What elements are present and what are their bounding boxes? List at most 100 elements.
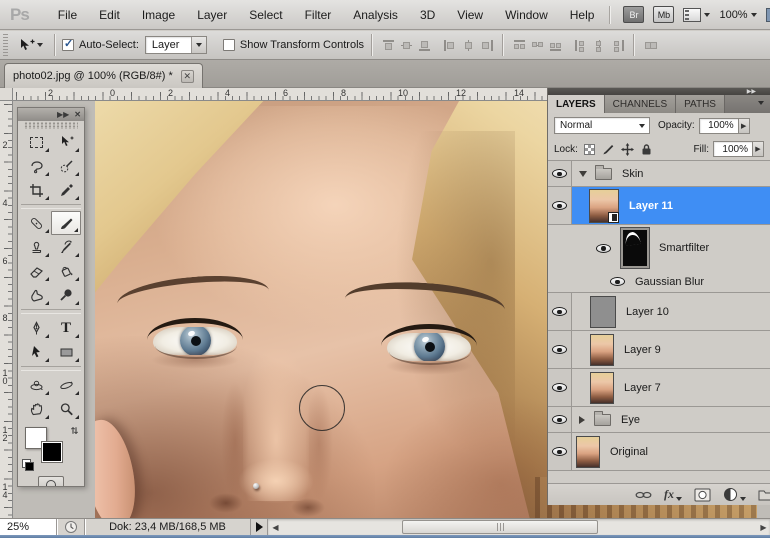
align-top-edges-icon[interactable] <box>381 39 396 52</box>
lock-transparency-icon[interactable] <box>582 142 597 156</box>
menu-help[interactable]: Help <box>559 8 606 22</box>
menu-view[interactable]: View <box>446 8 494 22</box>
opacity-slider-icon[interactable]: ▶ <box>739 118 750 134</box>
scroll-left-icon[interactable]: ◀ <box>269 520 282 534</box>
scrollbar-thumb[interactable] <box>402 520 598 534</box>
tool-crop[interactable] <box>21 178 51 202</box>
add-layer-mask-icon[interactable] <box>694 488 711 502</box>
lock-position-icon[interactable] <box>620 142 635 156</box>
fill-slider-icon[interactable]: ▶ <box>753 141 764 157</box>
visibility-cell[interactable] <box>548 161 572 186</box>
close-icon[interactable]: ✕ <box>181 70 194 83</box>
link-layers-icon[interactable] <box>635 489 652 501</box>
tool-clone-stamp[interactable] <box>21 235 51 259</box>
fill-input[interactable]: 100% <box>713 141 753 157</box>
horizontal-scrollbar[interactable]: ◀ ▶ <box>268 519 770 535</box>
layer-name[interactable]: Eye <box>621 414 640 426</box>
layer-row-gaussian-blur[interactable]: Gaussian Blur <box>548 271 770 293</box>
layer-row-original[interactable]: Original <box>548 433 770 471</box>
tool-eraser[interactable] <box>21 259 51 283</box>
tool-pen[interactable] <box>21 316 51 340</box>
launch-mobile-button[interactable]: Mb <box>653 6 674 23</box>
lock-pixels-icon[interactable] <box>601 142 616 156</box>
layer-thumbnail[interactable] <box>590 334 614 366</box>
tool-paint-bucket[interactable] <box>51 259 81 283</box>
tool-rectangle[interactable] <box>51 340 81 364</box>
align-right-edges-icon[interactable] <box>479 39 494 52</box>
layer-name[interactable]: Gaussian Blur <box>635 276 704 288</box>
tool-zoom[interactable] <box>51 397 81 421</box>
visibility-cell[interactable] <box>548 187 572 224</box>
layer-name[interactable]: Smartfilter <box>659 242 709 254</box>
status-menu-button[interactable] <box>251 519 268 535</box>
tool-spot-healing[interactable] <box>21 211 51 235</box>
tool-quick-selection[interactable] <box>51 154 81 178</box>
tool-type[interactable]: T <box>51 316 81 340</box>
zoom-level-button[interactable]: 100% <box>719 9 756 21</box>
swap-colors-icon[interactable]: ⇄ <box>69 427 80 435</box>
tab-layers[interactable]: LAYERS <box>548 95 605 113</box>
visibility-cell[interactable] <box>548 293 572 330</box>
menu-image[interactable]: Image <box>131 8 186 22</box>
layer-row-layer-10[interactable]: Layer 10 <box>548 293 770 331</box>
document-size-info[interactable]: Dok: 23,4 MB/168,5 MB <box>85 519 251 535</box>
tool-palette-grip[interactable] <box>24 122 78 129</box>
adjustment-layer-icon[interactable] <box>723 487 738 502</box>
eye-icon[interactable] <box>610 277 625 286</box>
distribute-right-edges-icon[interactable] <box>610 39 625 52</box>
layer-name[interactable]: Layer 9 <box>624 344 661 356</box>
menu-filter[interactable]: Filter <box>294 8 343 22</box>
distribute-top-edges-icon[interactable] <box>512 39 527 52</box>
move-tool-preset[interactable] <box>13 38 47 53</box>
layer-name[interactable]: Layer 7 <box>624 382 661 394</box>
auto-select-scope-dropdown[interactable]: Layer <box>145 36 207 54</box>
launch-bridge-button[interactable]: Br <box>623 6 644 23</box>
tab-paths[interactable]: PATHS <box>676 95 725 113</box>
tool-3d-rotate[interactable] <box>21 373 51 397</box>
view-extras-button[interactable] <box>683 8 710 22</box>
status-clock-button[interactable] <box>57 519 85 535</box>
tool-hand[interactable] <box>21 397 51 421</box>
layer-name[interactable]: Original <box>610 446 648 458</box>
align-horizontal-centers-icon[interactable] <box>461 39 476 52</box>
menu-file[interactable]: File <box>47 8 88 22</box>
filter-mask-thumbnail[interactable] <box>621 228 649 268</box>
layer-thumbnail[interactable] <box>590 296 616 328</box>
distribute-left-edges-icon[interactable] <box>574 39 589 52</box>
layer-row-layer-11[interactable]: Layer 11 <box>548 187 770 225</box>
collapse-triangle-icon[interactable] <box>579 416 585 424</box>
tool-brush[interactable] <box>51 211 81 235</box>
menu-layer[interactable]: Layer <box>186 8 238 22</box>
layer-row-layer-7[interactable]: Layer 7 <box>548 369 770 407</box>
tool-lasso[interactable] <box>21 154 51 178</box>
options-grip[interactable] <box>3 34 8 56</box>
layer-row-skin[interactable]: Skin <box>548 161 770 187</box>
new-group-icon[interactable] <box>758 488 770 501</box>
visibility-cell[interactable] <box>548 433 572 470</box>
menu-edit[interactable]: Edit <box>88 8 131 22</box>
document-tab[interactable]: photo02.jpg @ 100% (RGB/8#) * ✕ <box>4 63 203 88</box>
status-zoom-input[interactable]: 25% <box>0 519 57 535</box>
layer-row-eye[interactable]: Eye <box>548 407 770 433</box>
distribute-bottom-edges-icon[interactable] <box>548 39 563 52</box>
scroll-right-icon[interactable]: ▶ <box>757 520 770 534</box>
tool-rectangular-marquee[interactable] <box>21 130 51 154</box>
default-colors-icon[interactable] <box>22 459 34 471</box>
auto-select-checkbox[interactable] <box>62 39 74 51</box>
tool-path-selection[interactable] <box>21 340 51 364</box>
opacity-input[interactable]: 100% <box>699 118 739 134</box>
tool-palette-header[interactable]: ▶▶ ✕ <box>18 108 84 121</box>
tool-smudge[interactable] <box>21 283 51 307</box>
layer-name[interactable]: Layer 11 <box>629 200 673 212</box>
lock-all-icon[interactable] <box>639 142 654 156</box>
background-color-swatch[interactable] <box>41 441 63 463</box>
tool-dodge[interactable] <box>51 283 81 307</box>
tool-history-brush[interactable] <box>51 235 81 259</box>
menu-window[interactable]: Window <box>494 8 559 22</box>
visibility-cell[interactable] <box>548 331 572 368</box>
distribute-vertical-centers-icon[interactable] <box>530 39 545 52</box>
visibility-cell[interactable] <box>548 407 572 432</box>
layer-thumbnail[interactable] <box>576 436 600 468</box>
arrange-documents-button[interactable] <box>766 8 770 22</box>
layer-name[interactable]: Skin <box>622 168 643 180</box>
